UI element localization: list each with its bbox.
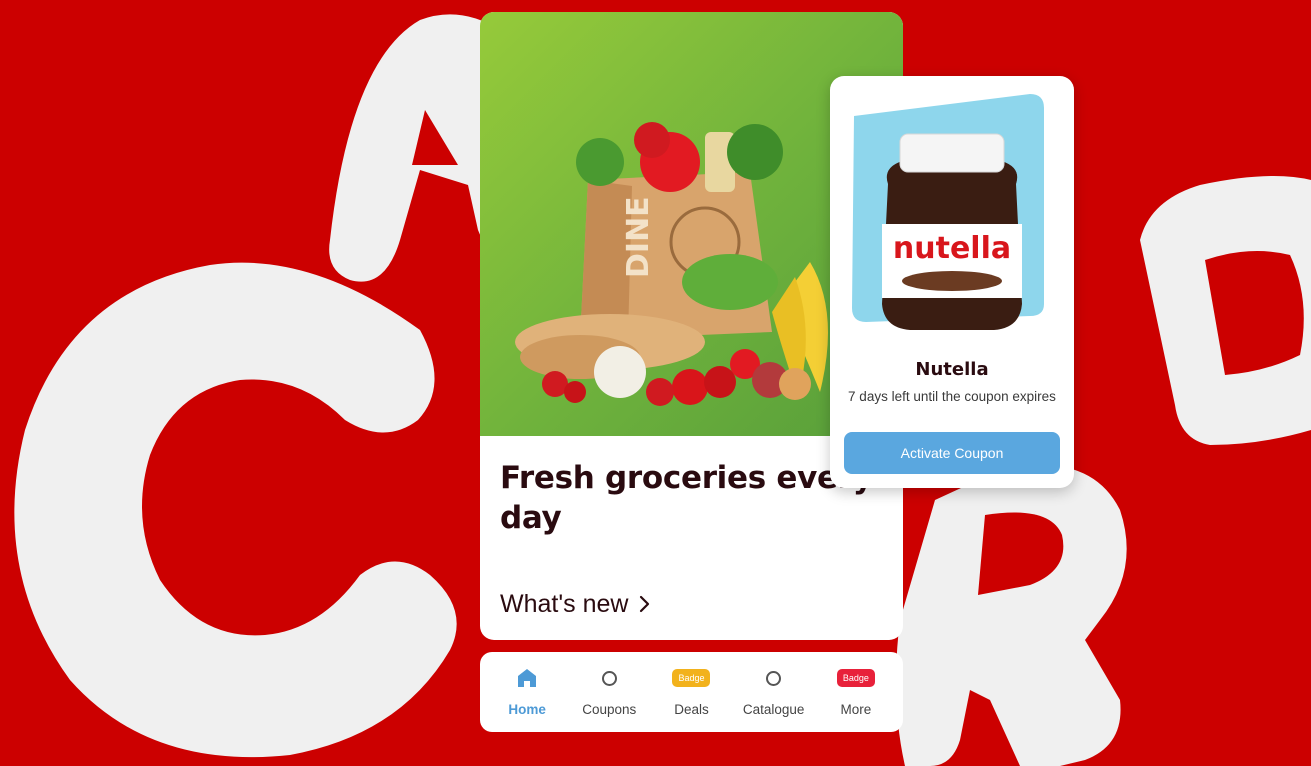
coupon-product-name: Nutella (915, 359, 989, 380)
nav-item-catalogue[interactable]: Catalogue (734, 652, 814, 732)
circle-icon (601, 670, 617, 686)
activate-coupon-button[interactable]: Activate Coupon (844, 432, 1060, 474)
nav-item-more[interactable]: Badge More (816, 652, 896, 732)
nutella-jar-image: nutella (852, 94, 1044, 330)
coupon-card: nutella Nutella 7 days left until the co… (830, 76, 1074, 488)
whats-new-link[interactable]: What's new (500, 586, 652, 622)
nav-item-deals[interactable]: Badge Deals (651, 652, 731, 732)
nav-label-more: More (840, 702, 872, 717)
nutella-brand-label: nutella (893, 231, 1011, 266)
nav-label-catalogue: Catalogue (742, 702, 805, 717)
nav-label-deals: Deals (674, 702, 709, 717)
chevron-right-icon (640, 595, 650, 613)
nav-item-home[interactable]: Home (487, 652, 567, 732)
nav-label-coupons: Coupons (582, 702, 637, 717)
letter-r-shape (896, 465, 1127, 766)
home-icon (518, 669, 537, 687)
circle-icon (766, 670, 782, 686)
more-badge: Badge (836, 669, 875, 687)
letter-d-shape (1140, 176, 1311, 445)
bag-label: DINE (621, 196, 656, 278)
bottom-nav: Home Coupons Badge Deals Catalogue Badge… (480, 652, 903, 732)
deals-badge: Badge (672, 669, 711, 687)
promo-title: Fresh groceries every day (500, 460, 873, 536)
nav-label-home: Home (508, 702, 546, 717)
whats-new-label: What's new (500, 589, 629, 618)
coupon-expiry-text: 7 days left until the coupon expires (848, 389, 1056, 404)
nav-item-coupons[interactable]: Coupons (569, 652, 649, 732)
letter-c-shape (14, 262, 457, 758)
